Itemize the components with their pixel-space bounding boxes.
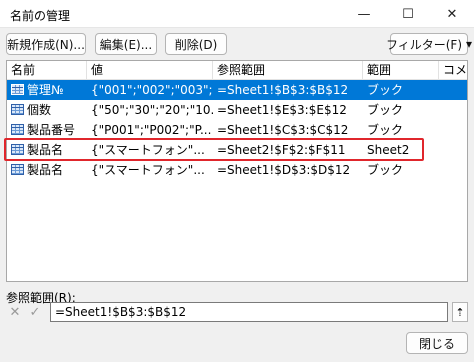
chevron-down-icon: ▾ (466, 37, 473, 51)
filter-button[interactable]: フィルター(F) ▾ (386, 33, 472, 55)
name-table-icon (11, 144, 24, 155)
close-icon[interactable]: ✕ (430, 0, 474, 28)
collapse-dialog-icon[interactable]: ⇡ (452, 302, 468, 322)
confirm-icon[interactable]: ✓ (26, 303, 44, 321)
maximize-icon[interactable]: ☐ (386, 0, 430, 28)
row-ref: =Sheet1!$B$3:$B$12 (217, 83, 349, 97)
window-title: 名前の管理 (10, 9, 71, 23)
name-table-icon (11, 124, 24, 135)
column-header-value[interactable]: 値 (87, 61, 213, 80)
row-ref: =Sheet1!$E$3:$E$12 (217, 103, 347, 117)
table-row[interactable]: 製品名 {"スマートフォン"... =Sheet1!$D$3:$D$12 ブック (7, 160, 467, 180)
row-ref: =Sheet2!$F$2:$F$11 (217, 143, 346, 157)
delete-button[interactable]: 削除(D) (165, 33, 227, 55)
reference-row: ✕ ✓ =Sheet1!$B$3:$B$12 ⇡ (6, 302, 468, 322)
row-scope: ブック (367, 123, 404, 137)
row-name: 個数 (27, 103, 52, 117)
table-row[interactable]: 管理№ {"001";"002";"003";... =Sheet1!$B$3:… (7, 80, 467, 100)
row-ref: =Sheet1!$D$3:$D$12 (217, 163, 351, 177)
row-ref: =Sheet1!$C$3:$C$12 (217, 123, 349, 137)
table-row[interactable]: 製品名 {"スマートフォン"... =Sheet2!$F$2:$F$11 She… (7, 140, 467, 160)
filter-label: フィルター(F) (385, 37, 462, 52)
row-name: 管理№ (27, 83, 64, 97)
row-value: {"50";"30";"20";"10... (91, 103, 213, 117)
column-header-name[interactable]: 名前 (7, 61, 87, 80)
list-header: 名前 値 参照範囲 範囲 コメ (7, 61, 467, 80)
title-bar: 名前の管理 — ☐ ✕ (0, 0, 474, 28)
row-value: {"001";"002";"003";... (91, 83, 213, 97)
close-button[interactable]: 閉じる (406, 332, 468, 354)
column-header-scope[interactable]: 範囲 (363, 61, 439, 80)
column-header-ref[interactable]: 参照範囲 (213, 61, 363, 80)
new-button[interactable]: 新規作成(N)... (6, 33, 86, 55)
row-name: 製品名 (27, 163, 64, 177)
name-table-icon (11, 84, 24, 95)
cancel-icon[interactable]: ✕ (6, 303, 24, 321)
names-list[interactable]: 名前 値 参照範囲 範囲 コメ 管理№ {"001";"002";"003";.… (6, 60, 468, 282)
row-name: 製品番号 (27, 123, 76, 137)
reference-input[interactable]: =Sheet1!$B$3:$B$12 (50, 302, 448, 322)
row-scope: ブック (367, 83, 404, 97)
row-value: {"スマートフォン"... (91, 143, 205, 157)
row-name: 製品名 (27, 143, 64, 157)
name-table-icon (11, 164, 24, 175)
row-scope: Sheet2 (367, 143, 410, 157)
name-table-icon (11, 104, 24, 115)
column-header-comment[interactable]: コメ (439, 61, 467, 80)
row-scope: ブック (367, 163, 404, 177)
row-value: {"P001";"P002";"P... (91, 123, 212, 137)
edit-button[interactable]: 編集(E)... (95, 33, 157, 55)
minimize-icon[interactable]: — (342, 0, 386, 28)
table-row[interactable]: 個数 {"50";"30";"20";"10... =Sheet1!$E$3:$… (7, 100, 467, 120)
row-scope: ブック (367, 103, 404, 117)
table-row[interactable]: 製品番号 {"P001";"P002";"P... =Sheet1!$C$3:$… (7, 120, 467, 140)
row-value: {"スマートフォン"... (91, 163, 205, 177)
